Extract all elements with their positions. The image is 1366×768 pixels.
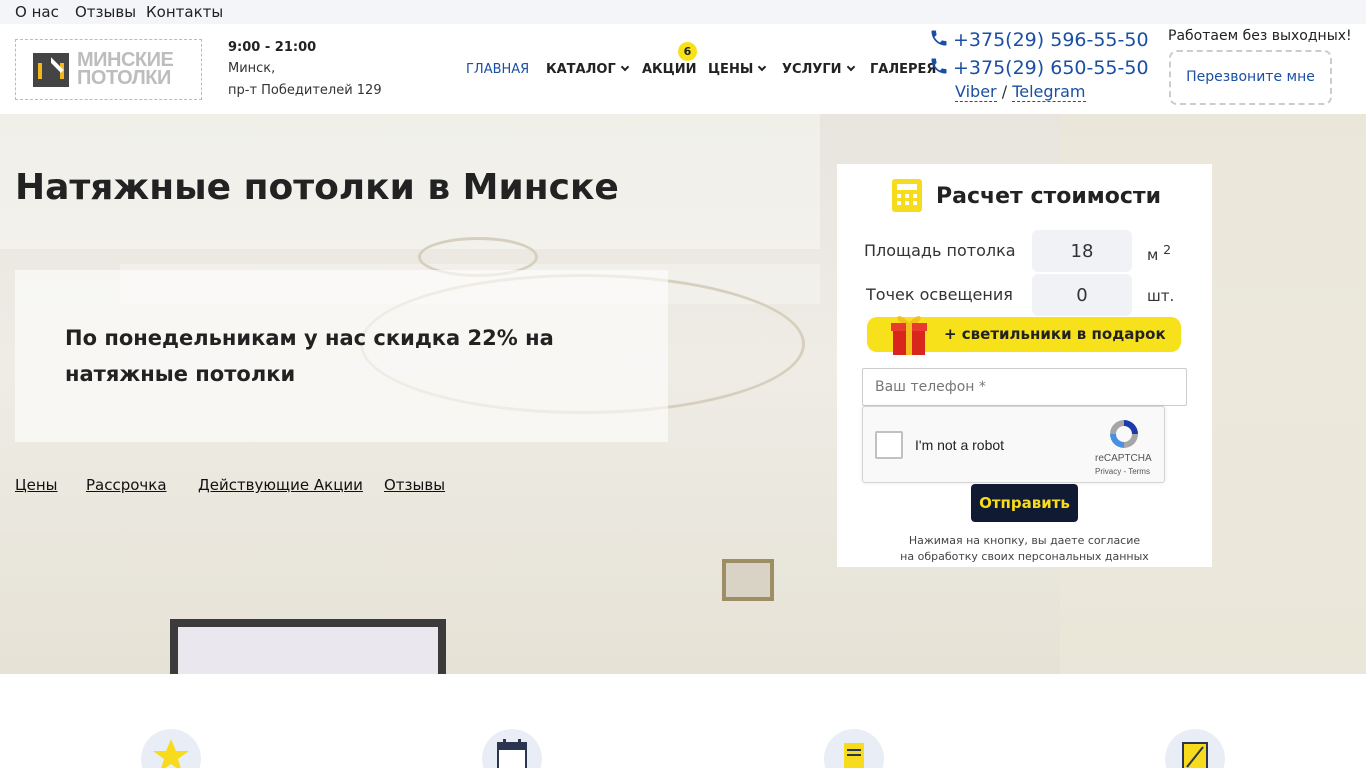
promotions-count-badge: 6 (678, 42, 697, 61)
calculator-icon (892, 179, 922, 212)
promo-box: По понедельникам у нас скидка 22% на нат… (15, 270, 668, 442)
phone-icon (931, 58, 947, 74)
nav-prices[interactable]: ЦЕНЫ (708, 62, 767, 77)
logo-line-2: ПОТОЛКИ (77, 67, 171, 89)
area-unit-text: м (1147, 246, 1159, 264)
phone-number-1: +375(29) 596-55-50 (953, 29, 1149, 51)
gift-text: + светильники в подарок (944, 325, 1166, 343)
nav-gallery-label: ГАЛЕРЕЯ (870, 62, 937, 77)
area-input[interactable] (1032, 230, 1132, 272)
hero-bg-tv (170, 619, 446, 674)
feature-document (824, 729, 884, 768)
nav-promotions-label: АКЦИИ (642, 62, 697, 77)
viber-link[interactable]: Viber (955, 82, 997, 102)
recaptcha-logo-icon (1110, 420, 1138, 448)
hero-section: Натяжные потолки в Минске По понедельник… (0, 114, 1366, 674)
logo-text: МИНСКИЕ ПОТОЛКИ (77, 50, 174, 89)
logo-mark-icon (33, 53, 69, 87)
recaptcha-checkbox[interactable] (875, 431, 903, 459)
consent-note: Нажимая на кнопку, вы даете согласие на … (837, 533, 1212, 565)
recaptcha-label: I'm not a robot (915, 437, 1005, 453)
phone-input[interactable] (862, 368, 1187, 406)
feature-calendar (482, 729, 542, 768)
working-hours: 9:00 - 21:00 (228, 40, 317, 55)
area-unit: м 2 (1147, 242, 1171, 264)
top-link-about[interactable]: О нас (15, 3, 59, 21)
gift-icon (891, 316, 927, 355)
callback-button[interactable]: Перезвоните мне (1169, 50, 1332, 105)
messenger-separator: / (1001, 82, 1008, 101)
nav-services[interactable]: УСЛУГИ (782, 62, 855, 77)
work-days-note: Работаем без выходных! (1168, 28, 1352, 44)
hero-title: Натяжные потолки в Минске (15, 167, 619, 208)
site-logo[interactable]: МИНСКИЕ ПОТОЛКИ (15, 39, 202, 100)
address-city: Минск, (228, 61, 276, 76)
consent-line-2: на обработку своих персональных данных (900, 550, 1149, 563)
nav-home[interactable]: ГЛАВНАЯ (466, 62, 529, 77)
area-unit-exponent: 2 (1163, 242, 1172, 257)
address-street: пр-т Победителей 129 (228, 83, 382, 98)
gift-banner: + светильники в подарок (867, 316, 1181, 355)
promo-text: По понедельникам у нас скидка 22% на нат… (65, 326, 554, 386)
hero-bg-picture (722, 559, 774, 601)
chart-icon (1182, 742, 1208, 768)
site-header: МИНСКИЕ ПОТОЛКИ 9:00 - 21:00 Минск, пр-т… (0, 24, 1366, 114)
messenger-links: Viber / Telegram (955, 82, 1086, 102)
recaptcha-brand: reCAPTCHA (1095, 453, 1152, 464)
recaptcha-terms[interactable]: Privacy - Terms (1095, 467, 1150, 476)
hero-link-reviews[interactable]: Отзывы (384, 476, 445, 494)
lights-unit: шт. (1147, 287, 1175, 305)
price-calculator: Расчет стоимости Площадь потолка м 2 Точ… (837, 164, 1212, 567)
top-bar: О нас Отзывы Контакты (0, 0, 1366, 24)
top-link-reviews[interactable]: Отзывы (75, 3, 136, 21)
calendar-icon (497, 739, 527, 768)
recaptcha-widget: I'm not a robot reCAPTCHA Privacy - Term… (862, 406, 1165, 483)
lights-label: Точек освещения (866, 285, 1013, 304)
phone-link-1[interactable]: +375(29) 596-55-50 (929, 26, 1149, 51)
lights-input[interactable] (1032, 274, 1132, 316)
nav-catalog-label: КАТАЛОГ (546, 62, 616, 77)
nav-catalog[interactable]: КАТАЛОГ (546, 62, 629, 77)
consent-line-1: Нажимая на кнопку, вы даете согласие (908, 534, 1141, 547)
chevron-down-icon (620, 62, 629, 72)
phone-icon (931, 30, 947, 46)
top-link-contacts[interactable]: Контакты (146, 3, 223, 21)
area-label: Площадь потолка (864, 241, 1016, 260)
nav-home-label: ГЛАВНАЯ (466, 62, 530, 77)
hero-link-prices[interactable]: Цены (15, 476, 58, 494)
phone-link-2[interactable]: +375(29) 650-55-50 (929, 54, 1149, 79)
feature-chart (1165, 729, 1225, 768)
submit-button[interactable]: Отправить (971, 484, 1078, 522)
feature-star (141, 729, 201, 768)
telegram-link[interactable]: Telegram (1012, 82, 1086, 102)
nav-prices-label: ЦЕНЫ (708, 62, 754, 77)
nav-promotions[interactable]: АКЦИИ (642, 62, 697, 77)
nav-services-label: УСЛУГИ (782, 62, 842, 77)
nav-gallery[interactable]: ГАЛЕРЕЯ (870, 62, 936, 77)
calculator-title: Расчет стоимости (936, 184, 1162, 209)
chevron-down-icon (758, 62, 767, 72)
star-icon (153, 739, 189, 768)
phone-number-2: +375(29) 650-55-50 (953, 57, 1149, 79)
hero-link-installments[interactable]: Рассрочка (86, 476, 167, 494)
document-icon (844, 743, 864, 768)
hero-link-promotions[interactable]: Действующие Акции (198, 476, 363, 494)
chevron-down-icon (846, 62, 855, 72)
